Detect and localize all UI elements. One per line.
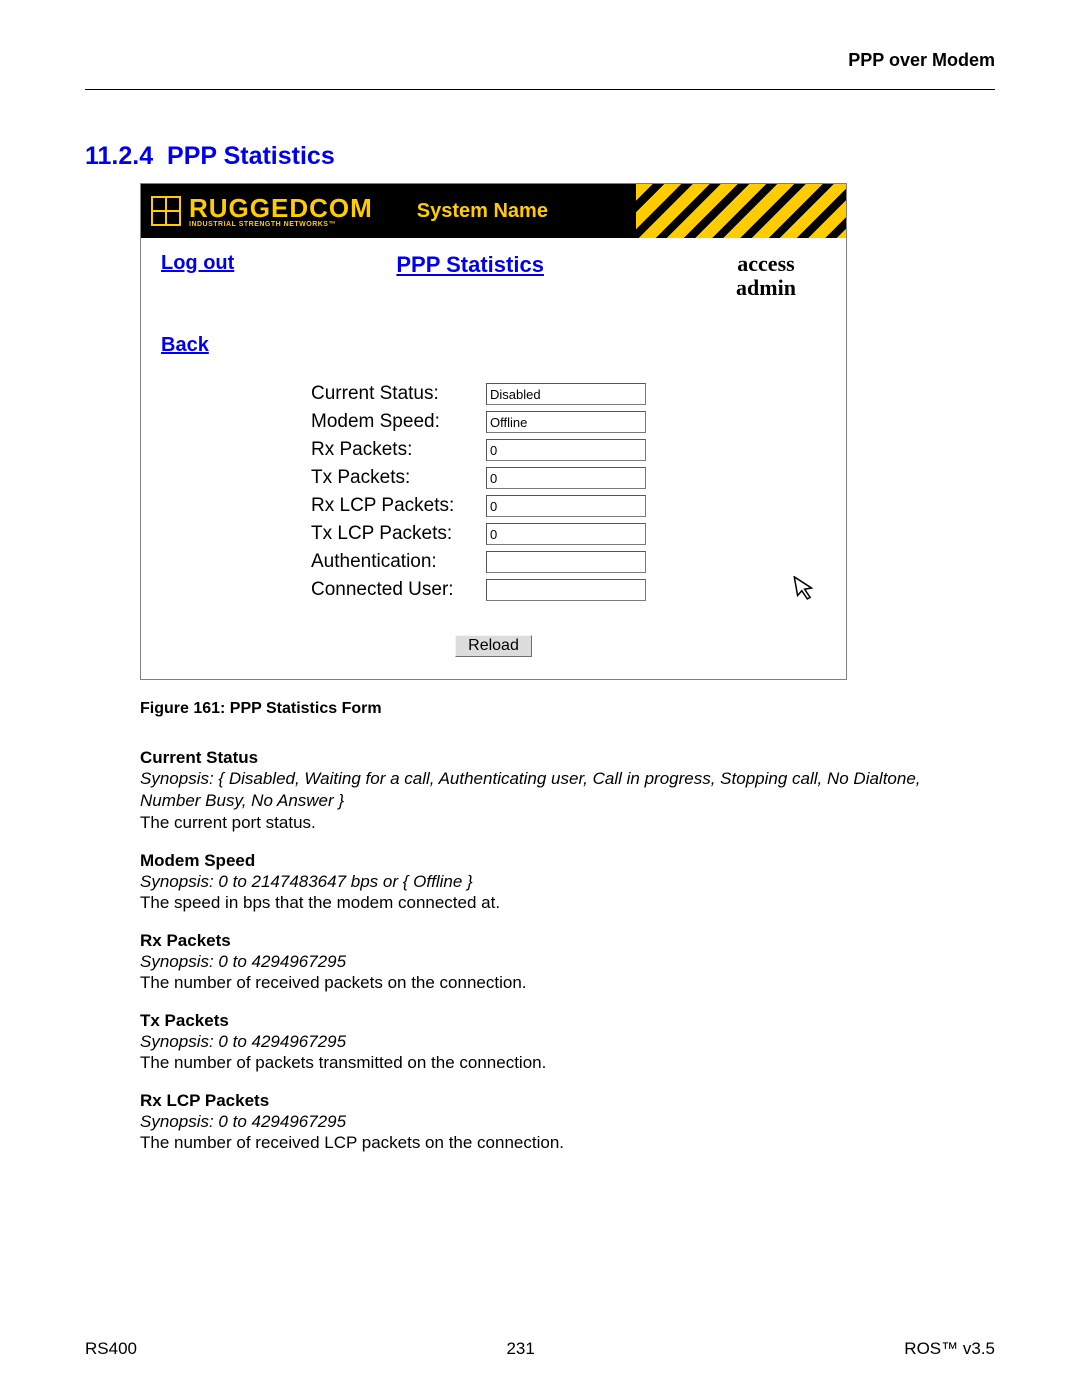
label-authentication: Authentication: <box>311 551 486 573</box>
screenshot-top-bar: RUGGEDCOM INDUSTRIAL STRENGTH NETWORKS™ … <box>141 184 846 238</box>
doc-synopsis-modem-speed: Synopsis: 0 to 2147483647 bps or { Offli… <box>140 871 970 893</box>
brand-icon <box>151 196 181 226</box>
doc-title-current-status: Current Status <box>140 748 970 768</box>
hazard-stripe-icon <box>636 184 846 238</box>
doc-title-modem-speed: Modem Speed <box>140 851 970 871</box>
doc-desc-tx-packets: The number of packets transmitted on the… <box>140 1053 970 1073</box>
field-rx-lcp-packets[interactable] <box>486 495 646 517</box>
label-rx-packets: Rx Packets: <box>311 439 486 461</box>
footer-center: 231 <box>506 1339 534 1359</box>
footer-left: RS400 <box>85 1339 137 1359</box>
field-rx-packets[interactable] <box>486 439 646 461</box>
label-rx-lcp-packets: Rx LCP Packets: <box>311 495 486 517</box>
field-connected-user[interactable] <box>486 579 646 601</box>
brand-area: RUGGEDCOM INDUSTRIAL STRENGTH NETWORKS™ <box>141 195 373 228</box>
doc-desc-rx-packets: The number of received packets on the co… <box>140 973 970 993</box>
doc-title-rx-lcp-packets: Rx LCP Packets <box>140 1091 970 1111</box>
doc-title-tx-packets: Tx Packets <box>140 1011 970 1031</box>
section-name: PPP Statistics <box>167 142 335 170</box>
doc-synopsis-rx-lcp-packets: Synopsis: 0 to 4294967295 <box>140 1111 970 1133</box>
doc-synopsis-tx-packets: Synopsis: 0 to 4294967295 <box>140 1031 970 1053</box>
reload-button[interactable]: Reload <box>455 635 532 657</box>
field-modem-speed[interactable] <box>486 411 646 433</box>
logout-link[interactable]: Log out <box>161 252 234 275</box>
field-tx-packets[interactable] <box>486 467 646 489</box>
footer-right: ROS™ v3.5 <box>904 1339 995 1359</box>
doc-desc-current-status: The current port status. <box>140 813 970 833</box>
system-name: System Name <box>417 200 548 223</box>
label-connected-user: Connected User: <box>311 579 486 601</box>
field-tx-lcp-packets[interactable] <box>486 523 646 545</box>
doc-synopsis-rx-packets: Synopsis: 0 to 4294967295 <box>140 951 970 973</box>
label-modem-speed: Modem Speed: <box>311 411 486 433</box>
label-tx-packets: Tx Packets: <box>311 467 486 489</box>
section-number: 11.2.4 <box>85 142 153 170</box>
doc-synopsis-current-status: Synopsis: { Disabled, Waiting for a call… <box>140 768 970 812</box>
access-line2: admin <box>706 276 826 300</box>
doc-desc-rx-lcp-packets: The number of received LCP packets on th… <box>140 1133 970 1153</box>
label-current-status: Current Status: <box>311 383 486 405</box>
page-header-right: PPP over Modem <box>85 50 995 71</box>
doc-desc-modem-speed: The speed in bps that the modem connecte… <box>140 893 970 913</box>
header-rule <box>85 89 995 90</box>
figure-caption: Figure 161: PPP Statistics Form <box>140 700 995 718</box>
field-current-status[interactable] <box>486 383 646 405</box>
access-level: access admin <box>706 252 826 300</box>
section-title: 11.2.4 PPP Statistics <box>85 142 995 171</box>
back-link[interactable]: Back <box>161 334 209 356</box>
doc-title-rx-packets: Rx Packets <box>140 931 970 951</box>
field-authentication[interactable] <box>486 551 646 573</box>
page-footer: RS400 231 ROS™ v3.5 <box>85 1339 995 1359</box>
ppp-statistics-title[interactable]: PPP Statistics <box>234 252 706 278</box>
access-line1: access <box>706 252 826 276</box>
ppp-statistics-form: Current Status: Modem Speed: Rx Packets:… <box>311 383 826 601</box>
label-tx-lcp-packets: Tx LCP Packets: <box>311 523 486 545</box>
ppp-statistics-screenshot: RUGGEDCOM INDUSTRIAL STRENGTH NETWORKS™ … <box>140 183 847 680</box>
brand-name: RUGGEDCOM <box>189 195 373 221</box>
